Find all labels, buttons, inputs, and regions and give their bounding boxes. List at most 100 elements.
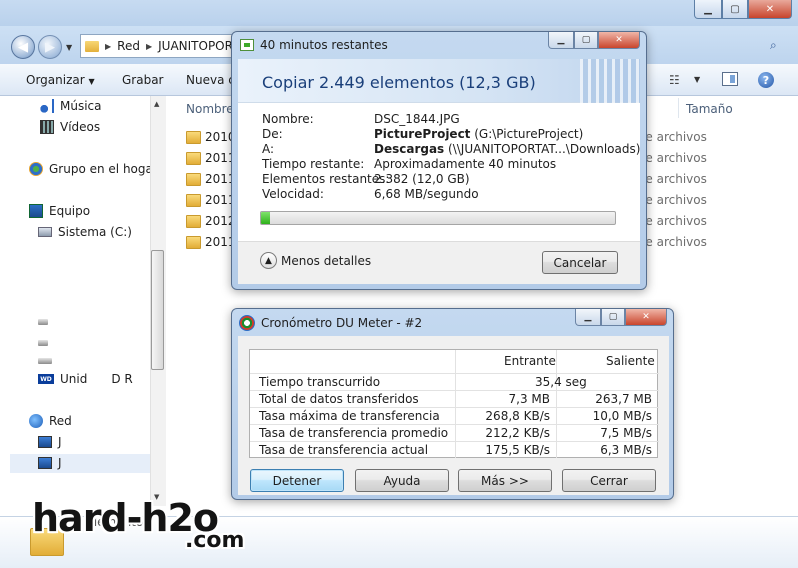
row-value-out: 10,0 MB/s — [592, 409, 652, 423]
nav-item-label: Música — [60, 99, 102, 113]
network-computer-icon — [38, 436, 52, 448]
du-stats-table: Entrante Saliente Tiempo transcurrido 35… — [249, 349, 659, 458]
file-row[interactable]: 2012 — [186, 214, 236, 228]
chevron-right-icon: ▶ — [145, 41, 153, 51]
file-row[interactable]: 2011 — [186, 172, 236, 186]
chevron-down-icon[interactable]: ▼ — [694, 75, 700, 84]
label-tiempo: Tiempo restante: — [262, 157, 365, 171]
copy-dialog-title: 40 minutos restantes — [260, 38, 388, 52]
copy-icon — [240, 39, 254, 51]
cancel-button[interactable]: Cancelar — [542, 251, 618, 274]
folder-icon — [186, 193, 201, 207]
nav-item-netpc-2[interactable]: J — [38, 456, 62, 470]
back-button[interactable]: ◀ — [11, 35, 35, 59]
copy-caption-buttons: ▁ ▢ ✕ — [548, 32, 640, 49]
nav-item-label: J — [58, 435, 62, 449]
nav-scrollbar-thumb[interactable] — [151, 250, 164, 370]
forward-button[interactable]: ▶ — [38, 35, 62, 59]
music-icon — [40, 99, 54, 113]
nav-item-unidad[interactable]: WD Unid D R — [38, 372, 133, 386]
file-row[interactable]: 2011 — [186, 235, 236, 249]
header-decoration — [580, 59, 640, 103]
ayuda-button[interactable]: Ayuda — [355, 469, 449, 492]
du-minimize-button[interactable]: ▁ — [575, 309, 601, 326]
nueva-carpeta-button[interactable]: Nueva c — [186, 73, 235, 87]
computer-icon — [29, 204, 43, 218]
explorer-maximize-button[interactable]: ▢ — [722, 0, 748, 19]
file-row[interactable]: 2011 — [186, 151, 236, 165]
nav-item-grupo-hogar[interactable]: Grupo en el hogar — [29, 162, 158, 176]
address-bar[interactable]: ▶ Red ▶ JUANITOPOR — [80, 34, 240, 58]
explorer-minimize-button[interactable]: ▁ — [694, 0, 722, 19]
column-header-tamano[interactable]: Tamaño — [686, 102, 733, 116]
copy-close-button[interactable]: ✕ — [598, 32, 640, 49]
copy-minimize-button[interactable]: ▁ — [548, 32, 574, 49]
row-divider — [250, 424, 659, 425]
mas-button[interactable]: Más >> — [458, 469, 552, 492]
folder-icon — [186, 172, 201, 186]
arrow-right-icon: ▶ — [45, 39, 55, 55]
row-label: Total de datos transferidos — [259, 392, 419, 406]
drive-icon[interactable] — [38, 358, 52, 364]
column-divider[interactable] — [678, 98, 679, 118]
preview-pane-icon[interactable] — [722, 72, 738, 86]
network-icon — [29, 414, 43, 428]
nav-item-label: D R — [111, 372, 133, 386]
row-divider — [250, 373, 659, 374]
homegroup-icon — [29, 162, 43, 176]
detener-button[interactable]: Detener — [250, 469, 344, 492]
nav-item-sistema[interactable]: Sistema (C:) — [38, 225, 132, 239]
du-close-button[interactable]: ✕ — [625, 309, 667, 326]
nav-item-label: Red — [49, 414, 72, 428]
label-nombre: Nombre: — [262, 112, 314, 126]
nav-item-label: Equipo — [49, 204, 91, 218]
copy-maximize-button[interactable]: ▢ — [574, 32, 598, 49]
breadcrumb-juanito[interactable]: JUANITOPOR — [158, 39, 233, 53]
video-icon — [40, 120, 54, 134]
label-a: A: — [262, 142, 275, 156]
du-meter-icon — [239, 315, 255, 331]
nav-item-red[interactable]: Red — [29, 414, 72, 428]
nav-item-label: Vídeos — [60, 120, 101, 134]
organizar-button[interactable]: Organizar ▼ — [26, 73, 95, 87]
file-row[interactable]: 2010 — [186, 130, 236, 144]
view-options-icon[interactable]: ☷ — [669, 73, 680, 87]
du-maximize-button[interactable]: ▢ — [601, 309, 625, 326]
row-value-merged: 35,4 seg — [535, 375, 587, 389]
folder-icon — [186, 214, 201, 228]
arrow-left-icon: ◀ — [18, 39, 28, 55]
file-row[interactable]: 2011 — [186, 193, 236, 207]
du-meter-window: Cronómetro DU Meter - #2 ▁ ▢ ✕ Entrante … — [231, 308, 674, 500]
menos-detalles-toggle[interactable]: ▲ Menos detalles — [260, 252, 371, 269]
row-value-in: 175,5 KB/s — [485, 443, 550, 457]
drive-icon[interactable] — [38, 319, 48, 325]
copy-progress-bar — [260, 211, 616, 225]
scroll-up-icon[interactable]: ▲ — [154, 100, 159, 108]
search-icon[interactable]: ⌕ — [770, 38, 786, 54]
copy-progress-dialog: 40 minutos restantes ▁ ▢ ✕ Copiar 2.449 … — [231, 31, 647, 290]
explorer-close-button[interactable]: ✕ — [748, 0, 792, 19]
nav-item-equipo[interactable]: Equipo — [29, 204, 90, 218]
value-nombre: DSC_1844.JPG — [374, 112, 460, 126]
grabar-button[interactable]: Grabar — [122, 73, 164, 87]
value-a[interactable]: Descargas (\\JUANITOPORTAT...\Downloads) — [374, 142, 640, 156]
nav-item-musica[interactable]: Música — [40, 99, 102, 113]
column-header-nombre[interactable]: Nombre — [186, 102, 234, 116]
cerrar-button[interactable]: Cerrar — [562, 469, 656, 492]
value-de[interactable]: PictureProject (G:\PictureProject) — [374, 127, 583, 141]
navigation-pane — [0, 96, 166, 516]
recent-pages-dropdown-icon[interactable]: ▼ — [66, 43, 72, 52]
row-value-in: 212,2 KB/s — [485, 426, 550, 440]
value-tiempo: Aproximadamente 40 minutos — [374, 157, 557, 171]
chevron-down-icon: ▼ — [88, 77, 95, 86]
help-icon[interactable]: ? — [758, 72, 774, 88]
row-value-in: 268,8 KB/s — [485, 409, 550, 423]
row-value-out: 7,5 MB/s — [600, 426, 652, 440]
nav-item-netpc-1[interactable]: J — [38, 435, 62, 449]
drive-icon[interactable] — [38, 340, 48, 346]
label-de: De: — [262, 127, 283, 141]
breadcrumb-red[interactable]: Red — [117, 39, 140, 53]
row-value-in: 7,3 MB — [508, 392, 550, 406]
nav-item-videos[interactable]: Vídeos — [40, 120, 100, 134]
du-meter-title: Cronómetro DU Meter - #2 — [261, 316, 423, 330]
